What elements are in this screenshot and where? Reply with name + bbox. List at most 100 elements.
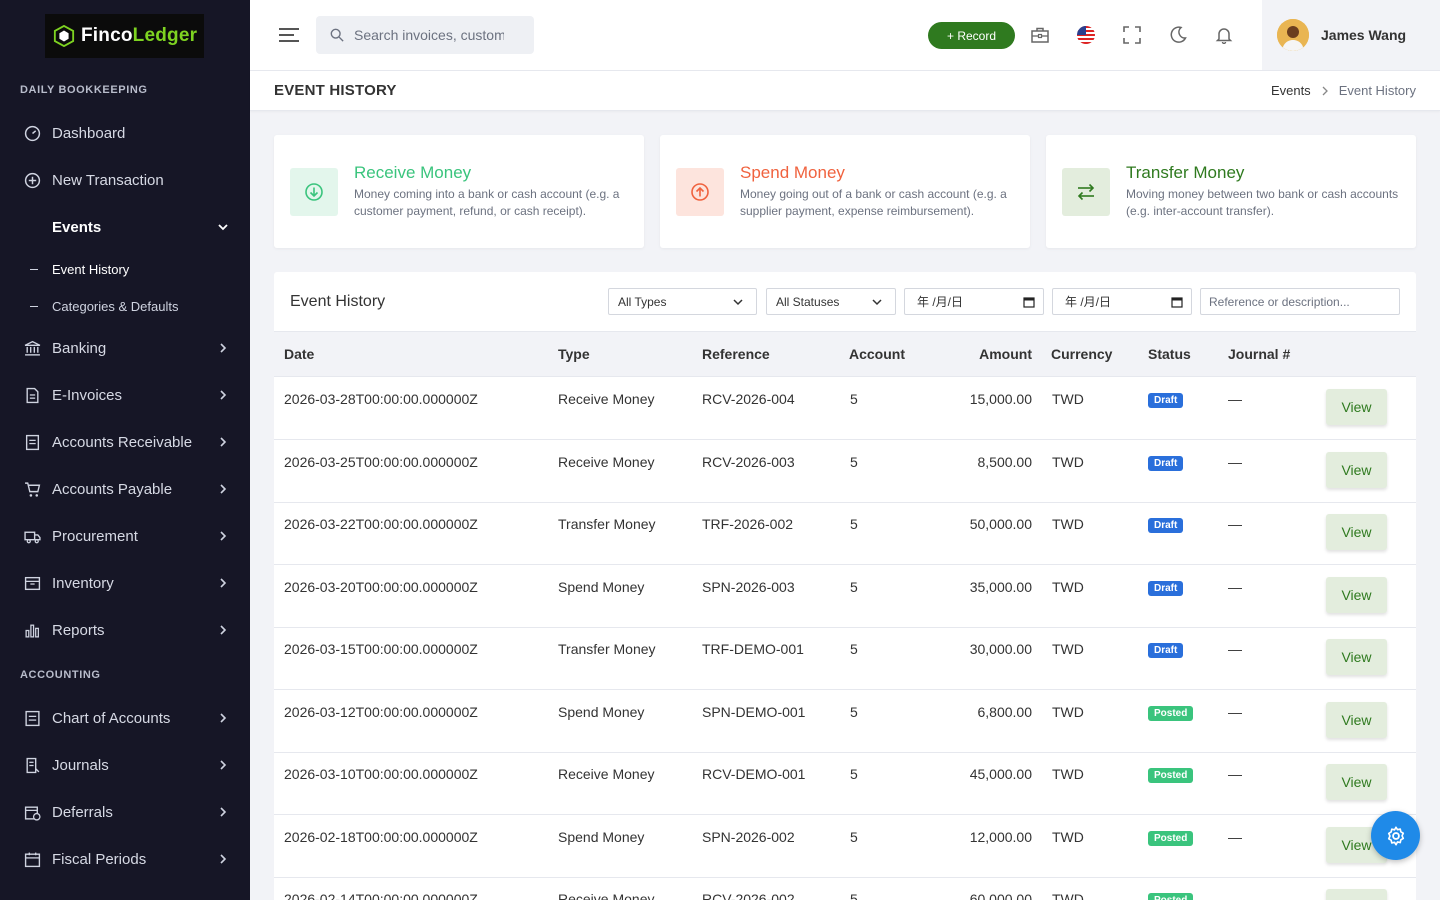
cell-date: 2026-03-25T00:00:00.000000Z <box>284 453 478 470</box>
column-header-currency[interactable]: Currency <box>1051 346 1112 362</box>
table-row[interactable]: 2026-03-22T00:00:00.000000Z Transfer Mone… <box>274 502 1416 565</box>
sidebar-subitem-categories[interactable]: Categories & Defaults <box>0 291 250 321</box>
user-menu[interactable]: James Wang <box>1262 0 1440 70</box>
table-row[interactable]: 2026-03-15T00:00:00.000000Z Transfer Mone… <box>274 627 1416 690</box>
hamburger-menu-icon[interactable] <box>278 26 300 44</box>
sidebar-subitem-event-history[interactable]: Event History <box>0 254 250 284</box>
cell-date: 2026-03-10T00:00:00.000000Z <box>284 766 478 782</box>
view-button[interactable]: View <box>1326 389 1387 425</box>
brand-logo[interactable]: FincoLedger <box>45 14 204 58</box>
reference-search-input[interactable] <box>1200 288 1400 315</box>
transfer-money-card[interactable]: Transfer Money Moving money between two … <box>1046 135 1416 248</box>
cell-reference: RCV-DEMO-001 <box>702 766 806 782</box>
sidebar-item-journals[interactable]: Journals <box>0 745 250 785</box>
view-button[interactable]: View <box>1326 701 1387 738</box>
view-button[interactable]: View <box>1326 514 1387 550</box>
view-button[interactable]: View <box>1326 764 1387 800</box>
brand-name-part-1: Finco <box>81 25 133 46</box>
cell-type: Receive Money <box>558 891 655 900</box>
sidebar-item-chart-of-accounts[interactable]: Chart of Accounts <box>0 698 250 738</box>
sidebar-item-events[interactable]: Events <box>0 207 250 247</box>
cell-date: 2026-03-15T00:00:00.000000Z <box>284 641 478 657</box>
date-from-value: 年 /月/日 <box>917 295 964 309</box>
breadcrumb-item-events[interactable]: Events <box>1271 83 1311 98</box>
sidebar-item-reports[interactable]: Reports <box>0 610 250 650</box>
search-input[interactable] <box>354 27 504 43</box>
cell-account: 5 <box>850 703 858 720</box>
search-box[interactable] <box>316 16 534 54</box>
sidebar-item-fiscal-periods[interactable]: Fiscal Periods <box>0 839 250 879</box>
bell-icon[interactable] <box>1213 24 1235 46</box>
view-button[interactable]: View <box>1326 889 1387 900</box>
cell-amount: 35,000.00 <box>969 578 1032 595</box>
date-to-input[interactable]: 年 /月/日 <box>1052 288 1192 315</box>
view-button[interactable]: View <box>1326 639 1387 675</box>
sidebar-item-label: Journals <box>52 756 109 774</box>
view-button[interactable]: View <box>1326 576 1387 613</box>
cell-journal: — <box>1228 891 1242 900</box>
cell-account: 5 <box>850 891 858 900</box>
sidebar-item-accounts-receivable[interactable]: Accounts Receivable <box>0 422 250 462</box>
date-from-input[interactable]: 年 /月/日 <box>904 288 1044 315</box>
cell-account: 5 <box>850 766 858 782</box>
table-row[interactable]: 2026-03-10T00:00:00.000000Z Receive Money… <box>274 752 1416 815</box>
sidebar-item-accounts-payable[interactable]: Accounts Payable <box>0 469 250 509</box>
cell-amount: 15,000.00 <box>969 391 1032 407</box>
table-row[interactable]: 2026-02-14T00:00:00.000000Z Receive Money… <box>274 877 1416 900</box>
cell-currency: TWD <box>1052 766 1084 782</box>
record-button[interactable]: + Record <box>928 22 1015 49</box>
view-button[interactable]: View <box>1326 451 1387 488</box>
settings-fab[interactable] <box>1371 811 1420 860</box>
cell-account: 5 <box>850 578 858 595</box>
us-flag-icon[interactable] <box>1075 24 1097 46</box>
table-row[interactable]: 2026-03-12T00:00:00.000000Z Spend Money SP… <box>274 690 1416 753</box>
cell-currency: TWD <box>1052 828 1084 845</box>
journal-icon <box>24 757 41 774</box>
sidebar-item-new-transaction[interactable]: New Transaction <box>0 160 250 200</box>
cell-account: 5 <box>850 391 858 407</box>
arrow-down-circle-icon <box>290 168 338 216</box>
table-row[interactable]: 2026-03-20T00:00:00.000000Z Spend Money SP… <box>274 565 1416 628</box>
card-title: Spend Money <box>740 163 845 182</box>
sidebar-item-inventory[interactable]: Inventory <box>0 563 250 603</box>
card-title: Receive Money <box>354 163 472 182</box>
status-filter-value: All Statuses <box>776 294 840 309</box>
column-header-reference[interactable]: Reference <box>702 346 770 362</box>
column-header-status[interactable]: Status <box>1148 346 1191 362</box>
column-header-type[interactable]: Type <box>558 346 590 362</box>
cell-reference: SPN-2026-003 <box>702 578 795 595</box>
sidebar-item-procurement[interactable]: Procurement <box>0 516 250 556</box>
column-header-amount[interactable]: Amount <box>979 346 1032 362</box>
sidebar: FincoLedger DAILY BOOKKEEPING Dashboard … <box>0 0 250 900</box>
sidebar-item-label: Fiscal Periods <box>52 850 147 868</box>
calendar-icon <box>1171 297 1183 308</box>
cell-currency: TWD <box>1052 453 1084 470</box>
column-header-date[interactable]: Date <box>284 346 314 362</box>
sidebar-item-label: Banking <box>52 339 107 357</box>
spend-money-card[interactable]: Spend Money Money going out of a bank or… <box>660 135 1030 248</box>
table-row[interactable]: 2026-02-18T00:00:00.000000Z Spend Money SP… <box>274 815 1416 878</box>
table-row[interactable]: 2026-03-25T00:00:00.000000Z Receive Money… <box>274 440 1416 503</box>
fullscreen-icon[interactable] <box>1121 24 1143 46</box>
cell-date: 2026-02-18T00:00:00.000000Z <box>284 828 478 845</box>
dark-mode-moon-icon[interactable] <box>1167 24 1189 46</box>
briefcase-icon[interactable] <box>1029 24 1051 46</box>
status-filter-select[interactable]: All Statuses <box>766 288 896 315</box>
receive-money-card[interactable]: Receive Money Money coming into a bank o… <box>274 135 644 248</box>
sidebar-item-e-invoices[interactable]: E-Invoices <box>0 375 250 415</box>
list-icon <box>24 710 41 727</box>
sidebar-item-banking[interactable]: Banking <box>0 328 250 368</box>
sidebar-item-dashboard[interactable]: Dashboard <box>0 113 250 153</box>
section-heading-daily: DAILY BOOKKEEPING <box>20 84 148 96</box>
cell-amount: 8,500.00 <box>977 453 1033 470</box>
column-header-account[interactable]: Account <box>849 346 905 362</box>
avatar <box>1277 19 1309 51</box>
sidebar-item-deferrals[interactable]: Deferrals <box>0 792 250 832</box>
breadcrumb: Events Event History <box>1271 83 1416 98</box>
column-header-journal[interactable]: Journal # <box>1228 346 1290 362</box>
table-row[interactable]: 2026-03-28T00:00:00.000000Z Receive Money… <box>274 377 1416 440</box>
dash-marker <box>30 268 38 270</box>
cell-journal: — <box>1228 641 1242 657</box>
type-filter-select[interactable]: All Types <box>608 288 757 315</box>
cell-type: Receive Money <box>558 766 655 782</box>
